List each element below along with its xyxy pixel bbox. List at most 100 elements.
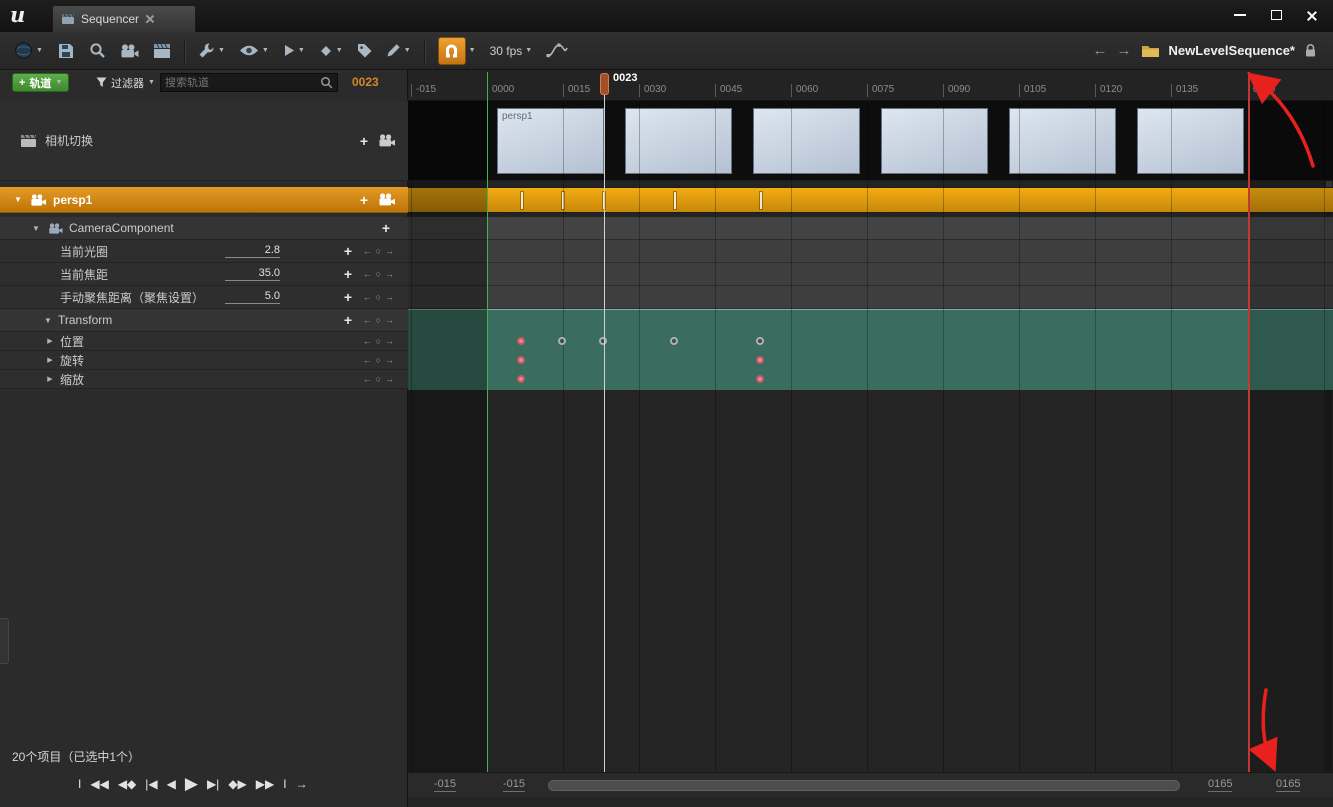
add-key-icon[interactable]: + (344, 313, 352, 327)
fps-dropdown[interactable]: 30 fps ▼ (484, 36, 539, 66)
expander-icon[interactable]: ▶ (44, 375, 56, 383)
transport-button[interactable]: → (296, 777, 308, 791)
transport-button[interactable]: ◀◆ (118, 777, 136, 791)
sequence-name-label[interactable]: NewLevelSequence* (1169, 43, 1295, 58)
add-key-circle-icon[interactable]: ○ (376, 292, 381, 302)
prev-key-icon[interactable]: ← (363, 355, 372, 365)
history-back-button[interactable]: ← (1093, 42, 1108, 59)
next-key-icon[interactable]: → (385, 374, 394, 384)
add-key-icon[interactable]: + (344, 244, 352, 258)
prev-key-icon[interactable]: ← (363, 315, 372, 325)
property-value[interactable]: 5.0 (225, 290, 280, 304)
add-section-icon[interactable]: + (360, 193, 368, 207)
camera-cuts-track[interactable]: persp1 (408, 101, 1333, 181)
actions-button[interactable]: ▼ (192, 36, 231, 66)
add-key-icon[interactable]: + (344, 290, 352, 304)
view-range-end[interactable]: 0165 (1208, 778, 1233, 792)
lock-icon[interactable] (1304, 43, 1317, 58)
view-options-button[interactable]: ▼ (233, 36, 275, 66)
transport-button[interactable]: I (78, 777, 81, 791)
keyframe-options-button[interactable]: ▼ (313, 36, 349, 66)
transport-button[interactable]: I (283, 777, 286, 791)
maximize-button[interactable] (1263, 6, 1289, 24)
track-row-rotation[interactable]: ▶ 旋转 ← ○ → (0, 351, 408, 370)
track-row-transform[interactable]: ▼ Transform + ← ○ → (0, 309, 408, 332)
section-key-tick[interactable] (760, 192, 762, 209)
allow-edits-button[interactable]: ▼ (380, 36, 417, 66)
keyframe-dot[interactable] (756, 337, 764, 345)
camera-icon[interactable] (378, 134, 396, 147)
track-row-camera-component[interactable]: ▼ CameraComponent + (0, 217, 408, 240)
transport-button[interactable]: ▶| (207, 777, 219, 791)
transport-button[interactable]: ▶ (185, 774, 198, 794)
track-row-current-aperture[interactable]: 当前光圈 2.8 + ← ○ → (0, 240, 408, 263)
search-icon[interactable] (320, 76, 333, 89)
add-key-circle-icon[interactable]: ○ (376, 374, 381, 384)
camera-cut-thumbnail[interactable] (881, 108, 988, 174)
next-key-icon[interactable]: → (385, 355, 394, 365)
timeline-ruler[interactable]: 0023 -015 0000 0015 0030 0045 0060 0075 0090 010… (408, 70, 1333, 101)
prev-key-icon[interactable]: ← (363, 269, 372, 279)
track-row-location[interactable]: ▶ 位置 ← ○ → (0, 332, 408, 351)
close-button[interactable] (1299, 6, 1325, 24)
search-tracks-input[interactable] (165, 76, 320, 89)
track-row-manual-focus-distance[interactable]: 手动聚焦距离（聚焦设置） 5.0 + ← ○ → (0, 286, 408, 309)
persp1-section-bar[interactable] (408, 187, 1333, 213)
find-in-content-browser-button[interactable] (83, 36, 112, 66)
timeline-body[interactable]: persp1 (408, 101, 1333, 772)
expander-icon[interactable]: ▼ (30, 224, 42, 233)
transport-button[interactable]: ▶▶ (256, 777, 274, 791)
add-key-circle-icon[interactable]: ○ (376, 246, 381, 256)
track-row-scale[interactable]: ▶ 缩放 ← ○ → (0, 370, 408, 389)
prev-key-icon[interactable]: ← (363, 292, 372, 302)
curve-editor-button[interactable] (540, 36, 575, 66)
add-track-icon[interactable]: + (382, 221, 390, 235)
next-key-icon[interactable]: → (385, 315, 394, 325)
world-options-button[interactable]: ▼ (8, 36, 49, 66)
camera-cut-thumbnail[interactable] (1009, 108, 1116, 174)
minimize-button[interactable] (1227, 6, 1253, 24)
add-section-icon[interactable]: + (360, 134, 368, 148)
expander-icon[interactable]: ▶ (44, 356, 56, 364)
filter-button[interactable]: 过滤器 ▼ (92, 73, 159, 92)
track-row-persp1[interactable]: ▼ persp1 + (0, 187, 408, 213)
history-forward-button[interactable]: → (1117, 42, 1132, 59)
keyframe-dot[interactable] (670, 337, 678, 345)
camera-cut-thumbnail[interactable]: persp1 (497, 108, 604, 174)
keyframe-dot[interactable] (756, 356, 764, 364)
snap-button[interactable]: ▼ (432, 36, 482, 66)
browse-folder-icon[interactable] (1141, 43, 1160, 58)
add-key-icon[interactable]: + (344, 267, 352, 281)
camera-cut-thumbnail[interactable] (753, 108, 860, 174)
expander-icon[interactable]: ▶ (44, 337, 56, 345)
add-key-circle-icon[interactable]: ○ (376, 336, 381, 346)
property-value[interactable]: 2.8 (225, 244, 280, 258)
working-range-start[interactable]: -015 (434, 778, 457, 792)
camera-icon[interactable] (378, 193, 396, 206)
expander-icon[interactable]: ▼ (12, 195, 24, 204)
track-row-current-focal-length[interactable]: 当前焦距 35.0 + ← ○ → (0, 263, 408, 286)
working-range-end[interactable]: 0165 (1276, 778, 1301, 792)
next-key-icon[interactable]: → (385, 269, 394, 279)
section-key-tick[interactable] (521, 192, 523, 209)
keyframe-dot[interactable] (517, 356, 525, 364)
add-track-button[interactable]: + 轨道 ▼ (12, 73, 70, 92)
keyframe-dot[interactable] (756, 375, 764, 383)
tab-close-icon[interactable] (145, 14, 155, 24)
timeline-h-scrollbar[interactable] (548, 780, 1180, 791)
auto-key-button[interactable] (351, 36, 378, 66)
prev-key-icon[interactable]: ← (363, 336, 372, 346)
create-camera-button[interactable] (114, 36, 145, 66)
camera-cut-thumbnail[interactable] (1137, 108, 1244, 174)
add-key-circle-icon[interactable]: ○ (376, 355, 381, 365)
property-value[interactable]: 35.0 (225, 267, 280, 281)
add-key-circle-icon[interactable]: ○ (376, 269, 381, 279)
expander-icon[interactable]: ▼ (42, 316, 54, 325)
prev-key-icon[interactable]: ← (363, 374, 372, 384)
tab-sequencer[interactable]: Sequencer (52, 5, 196, 32)
render-movie-button[interactable] (147, 36, 177, 66)
current-time-display[interactable]: 0023 (352, 75, 379, 89)
add-key-circle-icon[interactable]: ○ (376, 315, 381, 325)
transport-button[interactable]: |◀ (145, 777, 157, 791)
save-button[interactable] (51, 36, 81, 66)
